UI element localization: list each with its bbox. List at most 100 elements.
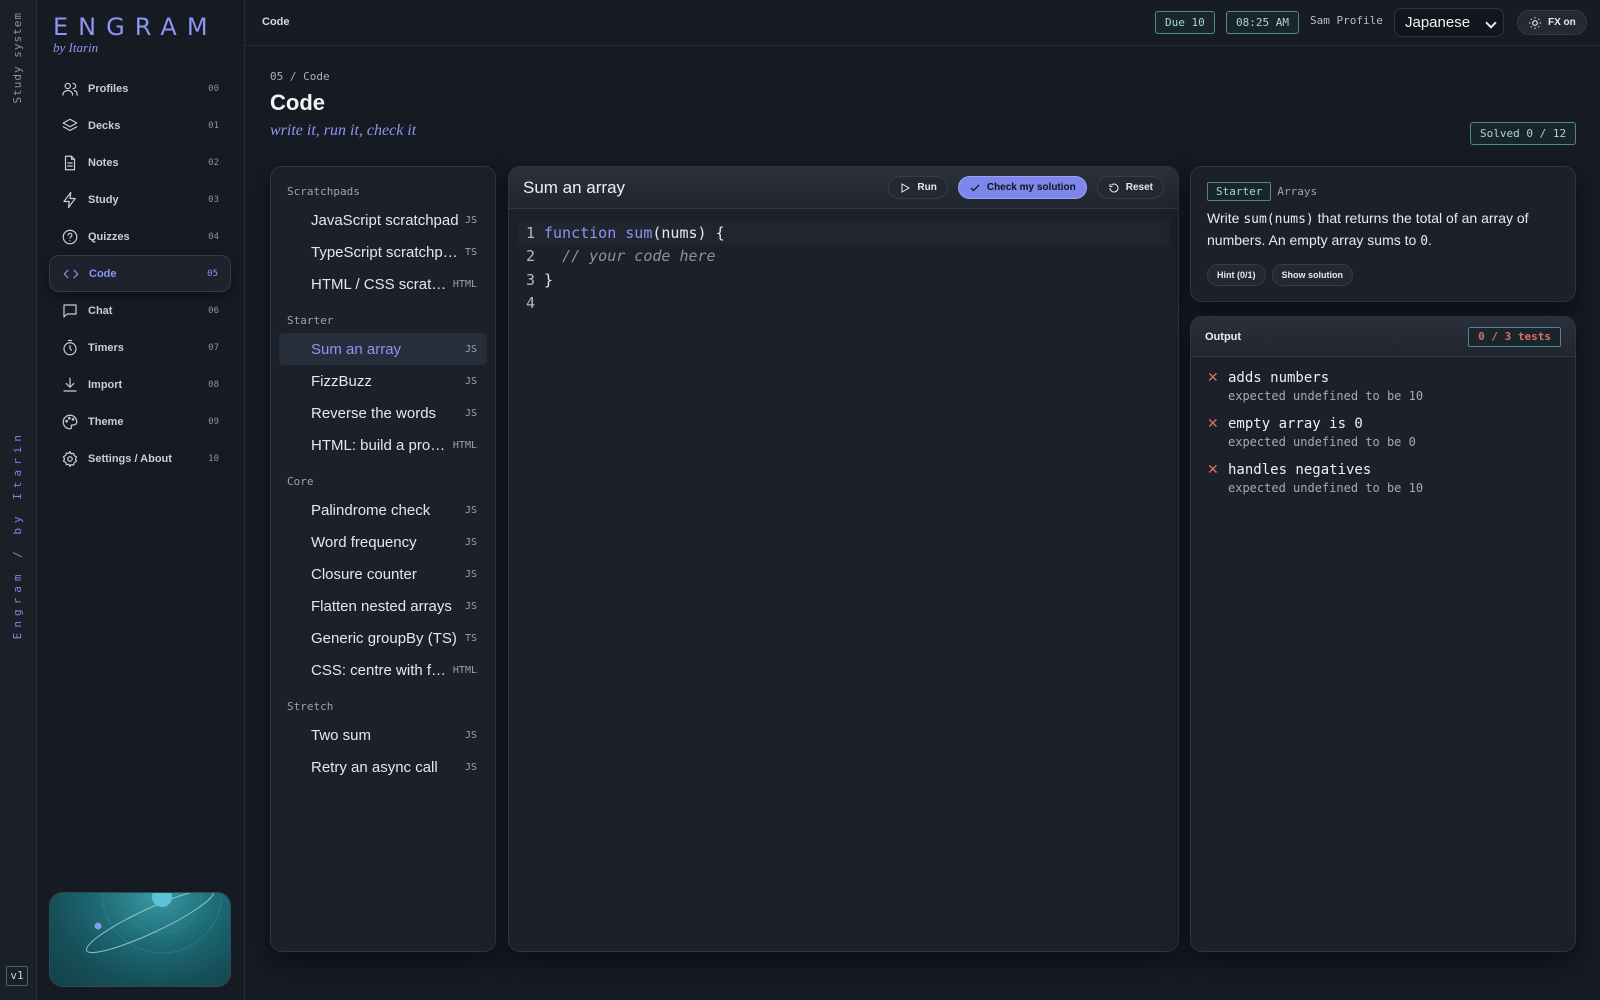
sidebar-item-label: Notes <box>88 156 119 169</box>
exercise-list-item[interactable]: Two sum JS <box>279 719 487 751</box>
sidebar-item-profiles[interactable]: Profiles 00 <box>49 70 231 107</box>
output-header: Output 0 / 3 tests <box>1191 317 1575 357</box>
exercise-name: Two sum <box>311 726 372 744</box>
sidebar-item-decks[interactable]: Decks 01 <box>49 107 231 144</box>
test-result-row: ✕ empty array is 0 expected undefined to b… <box>1191 403 1575 449</box>
reset-button[interactable]: Reset <box>1096 176 1164 199</box>
solved-counter: Solved 0 / 12 <box>1470 122 1577 145</box>
exercise-list-item[interactable]: Flatten nested arrays JS <box>279 590 487 622</box>
exercise-list-item[interactable]: FizzBuzz JS <box>279 365 487 397</box>
exercise-list-item[interactable]: Sum an array JS <box>279 333 487 365</box>
test-results: ✕ adds numbers expected undefined to be 10… <box>1191 357 1575 495</box>
code-line: 2 // your code here <box>517 245 1170 269</box>
test-name: handles negatives <box>1228 462 1372 478</box>
sidebar-item-settings-about[interactable]: Settings / About 10 <box>49 440 231 477</box>
exercise-list-item[interactable]: Reverse the words JS <box>279 397 487 429</box>
topic-tag: Arrays <box>1277 185 1318 198</box>
exercise-list-item[interactable]: Palindrome check JS <box>279 494 487 526</box>
editor-header: Sum an array Run Check my solution Reset <box>509 167 1178 209</box>
hint-button[interactable]: Hint (0/1) <box>1207 264 1266 286</box>
sidebar-item-label: Settings / About <box>88 452 172 465</box>
code-line: 4 <box>517 292 1170 316</box>
page-title: Code <box>270 90 325 115</box>
exercise-language: TS <box>464 632 477 644</box>
exercise-name: JavaScript scratchpad <box>311 211 459 229</box>
code-editor-panel: Sum an array Run Check my solution Reset… <box>508 166 1179 952</box>
sidebar-item-label: Import <box>88 378 123 391</box>
exercise-language: JS <box>464 536 477 548</box>
code-line: 3} <box>517 268 1170 292</box>
exercise-group-heading: Starter <box>287 314 334 327</box>
clock-badge: 08:25 AM <box>1226 11 1299 34</box>
exercise-list-item[interactable]: HTML: build a profile card HTML <box>279 429 487 461</box>
fx-toggle-button[interactable]: FX on <box>1517 10 1587 35</box>
fail-x-icon: ✕ <box>1207 369 1219 385</box>
sidebar-item-code[interactable]: Code 05 <box>49 255 231 292</box>
sidebar-item-number: 08 <box>208 379 219 390</box>
line-number: 4 <box>525 294 535 313</box>
exercise-language: HTML <box>452 278 477 290</box>
exercise-list-item[interactable]: Closure counter JS <box>279 558 487 590</box>
gear-icon <box>62 450 78 467</box>
sidebar-item-number: 03 <box>208 194 219 205</box>
exercise-list-item[interactable]: CSS: centre with flexbox HTML <box>279 654 487 686</box>
output-title: Output <box>1205 330 1242 343</box>
language-select[interactable]: Japanese <box>1394 8 1504 37</box>
file-icon <box>64 155 76 170</box>
timer-icon <box>63 339 77 355</box>
reset-icon <box>1109 183 1119 193</box>
rail-top-label: Study system <box>11 12 24 104</box>
exercise-group-heading: Core <box>287 475 314 488</box>
line-number: 2 <box>525 247 535 266</box>
sidebar-item-label: Chat <box>88 304 113 317</box>
exercise-name: Closure counter <box>311 565 417 583</box>
exercise-list-item[interactable]: Generic groupBy (TS) TS <box>279 622 487 654</box>
test-result-row: ✕ adds numbers expected undefined to be 10 <box>1191 357 1575 403</box>
exercise-language: TS <box>464 246 477 258</box>
line-number: 3 <box>525 270 535 289</box>
sidebar-item-import[interactable]: Import 08 <box>49 366 231 403</box>
fail-x-icon: ✕ <box>1207 461 1219 477</box>
test-message: expected undefined to be 10 <box>1228 389 1424 403</box>
exercise-list-item[interactable]: Retry an async call JS <box>279 751 487 783</box>
sidebar-item-study[interactable]: Study 03 <box>49 181 231 218</box>
sidebar-item-chat[interactable]: Chat 06 <box>49 292 231 329</box>
sidebar-item-theme[interactable]: Theme 09 <box>49 403 231 440</box>
exercise-list-item[interactable]: HTML / CSS scratchpad HTML <box>279 268 487 300</box>
fail-x-icon: ✕ <box>1207 415 1219 431</box>
exercise-list-item[interactable]: JavaScript scratchpad JS <box>279 204 487 236</box>
show-solution-button[interactable]: Show solution <box>1271 264 1354 286</box>
exercise-name: CSS: centre with flexbox <box>311 661 447 679</box>
exercise-language: HTML <box>452 664 477 676</box>
sidebar-item-label: Decks <box>88 119 121 132</box>
due-badge[interactable]: Due 10 <box>1155 11 1215 34</box>
users-icon <box>62 82 78 96</box>
sidebar-item-label: Profiles <box>88 82 129 95</box>
sidebar-item-label: Study <box>88 193 119 206</box>
chat-icon <box>63 303 77 318</box>
top-bar: Code Due 10 08:25 AM Sam Profile Japanes… <box>245 0 1600 46</box>
exercise-name: HTML / CSS scratchpad <box>311 275 447 293</box>
test-message: expected undefined to be 0 <box>1228 435 1416 449</box>
breadcrumb: Code <box>262 16 290 28</box>
profile-link[interactable]: Sam Profile <box>1310 14 1383 27</box>
sidebar-item-quizzes[interactable]: Quizzes 04 <box>49 218 231 255</box>
brand-logo: ENGRAM <box>53 13 218 41</box>
exercise-group-heading: Scratchpads <box>287 185 360 198</box>
test-name: empty array is 0 <box>1228 416 1363 432</box>
help-circle-icon <box>62 229 78 244</box>
check-solution-button[interactable]: Check my solution <box>957 176 1087 199</box>
output-panel: Output 0 / 3 tests ✕ adds numbers expected… <box>1190 316 1576 952</box>
code-textarea[interactable]: 1 function sum(nums) {2 // your code here… <box>509 209 1178 327</box>
exercise-list-item[interactable]: TypeScript scratchpad TS <box>279 236 487 268</box>
play-icon <box>901 182 911 193</box>
exercise-list-item[interactable]: Word frequency JS <box>279 526 487 558</box>
sidebar-item-notes[interactable]: Notes 02 <box>49 144 231 181</box>
layers-icon <box>62 118 78 131</box>
exercise-name: Flatten nested arrays <box>311 597 452 615</box>
check-icon <box>970 184 980 191</box>
sidebar-item-timers[interactable]: Timers 07 <box>49 329 231 366</box>
palette-icon <box>62 414 78 429</box>
run-button[interactable]: Run <box>888 176 948 199</box>
decorative-orbit-illustration <box>49 892 231 987</box>
